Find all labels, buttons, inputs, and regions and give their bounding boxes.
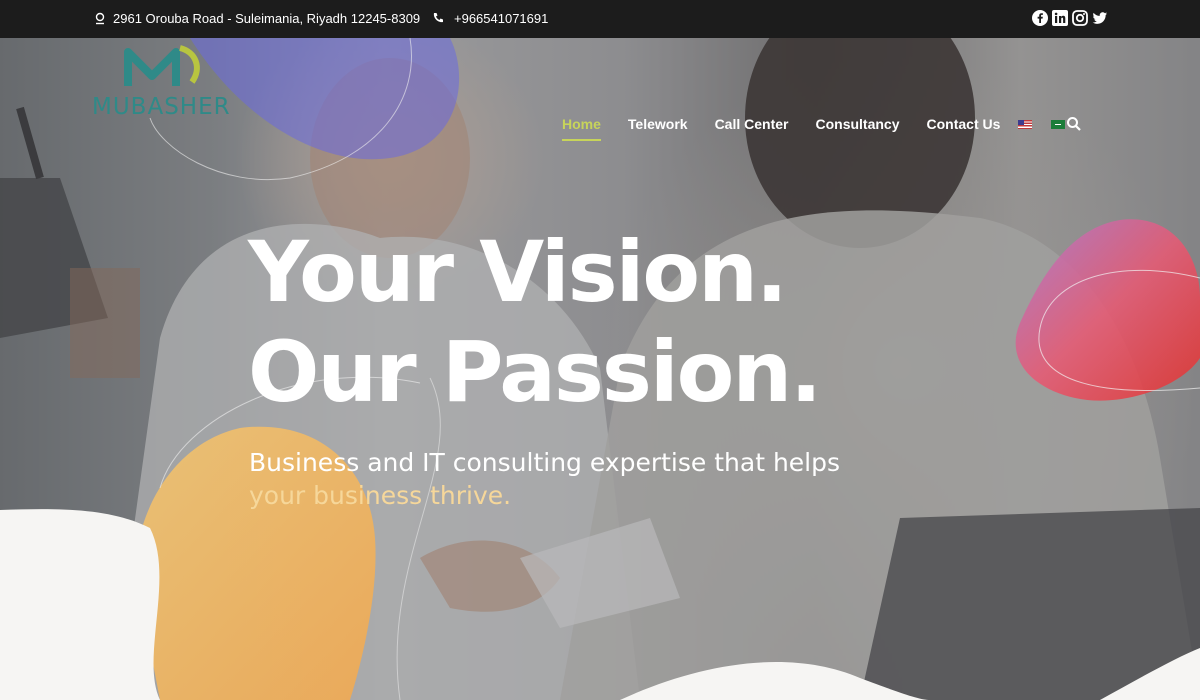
- hero-subheadline: Business and IT consulting expertise tha…: [249, 446, 840, 512]
- social-links: [1032, 10, 1108, 26]
- linkedin-icon[interactable]: [1052, 10, 1068, 26]
- hero-headline: Your Vision. Our Passion.: [248, 222, 822, 422]
- nav-item-consultancy[interactable]: Consultancy: [815, 116, 899, 132]
- arabic-flag-icon[interactable]: [1051, 119, 1066, 129]
- headline-line-1: Your Vision.: [248, 223, 788, 321]
- nav-item-telework[interactable]: Telework: [628, 116, 688, 132]
- nav-item-contact-us[interactable]: Contact Us: [927, 116, 1001, 132]
- subheadline-line-1: Business and IT consulting expertise tha…: [249, 448, 841, 477]
- hero-section: Home Telework Call Center Consultancy Co…: [0, 38, 1200, 700]
- nav-item-home[interactable]: Home: [562, 116, 601, 141]
- phone-icon: [430, 10, 446, 26]
- twitter-icon[interactable]: [1092, 10, 1108, 26]
- site-logo[interactable]: MUBASHER: [92, 38, 242, 134]
- top-bar: 2961 Orouba Road - Suleimania, Riyadh 12…: [0, 0, 1200, 38]
- phone-text[interactable]: +966541071691: [454, 11, 548, 26]
- facebook-icon[interactable]: [1032, 10, 1048, 26]
- main-nav: Home Telework Call Center Consultancy Co…: [562, 114, 1084, 141]
- subheadline-line-2: your business thrive.: [249, 481, 512, 510]
- headline-line-2: Our Passion.: [248, 323, 822, 421]
- logo-mark-icon: [124, 45, 200, 86]
- address-block: 2961 Orouba Road - Suleimania, Riyadh 12…: [92, 10, 420, 26]
- search-icon[interactable]: [1066, 116, 1082, 132]
- phone-block[interactable]: +966541071691: [430, 10, 548, 26]
- english-flag-icon[interactable]: [1018, 119, 1033, 129]
- logo-wordmark: MUBASHER: [92, 94, 231, 120]
- instagram-icon[interactable]: [1072, 10, 1088, 26]
- nav-item-call-center[interactable]: Call Center: [715, 116, 789, 132]
- location-pin-icon: [92, 10, 108, 26]
- address-text: 2961 Orouba Road - Suleimania, Riyadh 12…: [113, 10, 421, 26]
